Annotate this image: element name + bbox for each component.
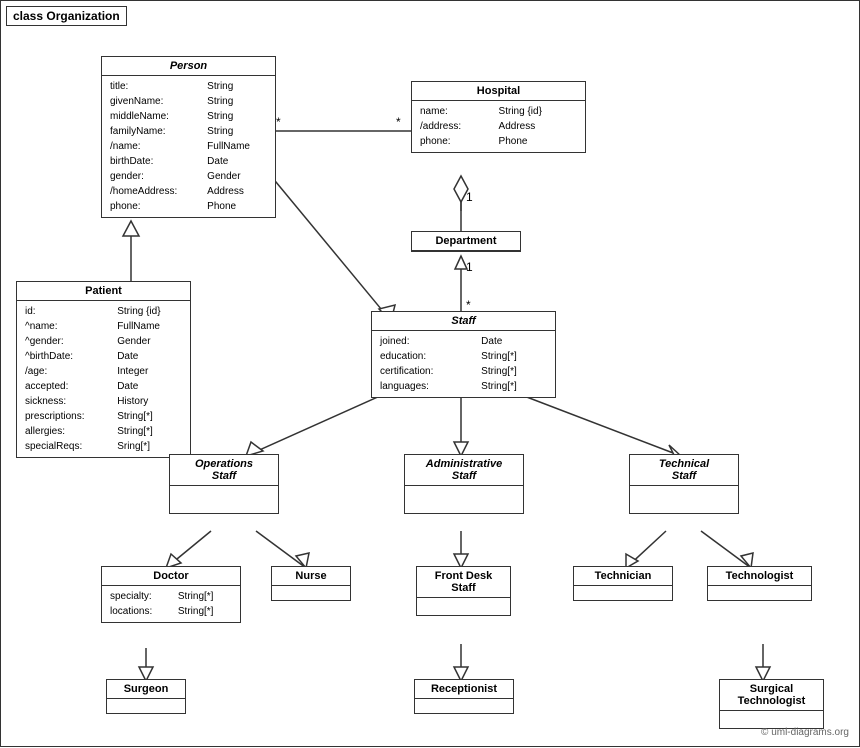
svg-text:1: 1 xyxy=(466,190,473,204)
svg-text:*: * xyxy=(396,115,401,129)
class-staff-header: Staff xyxy=(372,312,555,331)
class-patient: Patient id:String {id} ^name:FullName ^g… xyxy=(16,281,191,458)
class-technologist-header: Technologist xyxy=(708,567,811,586)
class-person: Person title:String givenName:String mid… xyxy=(101,56,276,218)
class-nurse: Nurse xyxy=(271,566,351,601)
class-operations-staff-header: OperationsStaff xyxy=(170,455,278,486)
class-administrative-staff: AdministrativeStaff xyxy=(404,454,524,514)
class-surgeon: Surgeon xyxy=(106,679,186,714)
class-receptionist-header: Receptionist xyxy=(415,680,513,699)
class-patient-header: Patient xyxy=(17,282,190,301)
svg-text:*: * xyxy=(466,298,471,312)
copyright: © uml-diagrams.org xyxy=(761,727,849,738)
class-surgeon-header: Surgeon xyxy=(107,680,185,699)
class-nurse-header: Nurse xyxy=(272,567,350,586)
class-doctor-body: specialty:String[*] locations:String[*] xyxy=(102,586,240,622)
class-technologist: Technologist xyxy=(707,566,812,601)
class-administrative-staff-header: AdministrativeStaff xyxy=(405,455,523,486)
class-surgical-technologist-header: SurgicalTechnologist xyxy=(720,680,823,711)
class-technician-header: Technician xyxy=(574,567,672,586)
class-staff: Staff joined:Date education:String[*] ce… xyxy=(371,311,556,398)
class-patient-body: id:String {id} ^name:FullName ^gender:Ge… xyxy=(17,301,190,457)
class-front-desk-staff-header: Front DeskStaff xyxy=(417,567,510,598)
class-hospital: Hospital name:String {id} /address:Addre… xyxy=(411,81,586,153)
class-doctor: Doctor specialty:String[*] locations:Str… xyxy=(101,566,241,623)
class-front-desk-staff: Front DeskStaff xyxy=(416,566,511,616)
class-department: Department xyxy=(411,231,521,252)
class-hospital-header: Hospital xyxy=(412,82,585,101)
class-person-body: title:String givenName:String middleName… xyxy=(102,76,275,217)
diagram-container: class Organization * * 1 * 1 * * * xyxy=(0,0,860,747)
class-hospital-body: name:String {id} /address:Address phone:… xyxy=(412,101,585,152)
class-surgical-technologist: SurgicalTechnologist xyxy=(719,679,824,729)
class-technical-staff-header: TechnicalStaff xyxy=(630,455,738,486)
class-technician: Technician xyxy=(573,566,673,601)
svg-text:*: * xyxy=(276,115,281,129)
class-department-header: Department xyxy=(412,232,520,251)
svg-text:1: 1 xyxy=(466,260,473,274)
diagram-title: class Organization xyxy=(6,6,127,26)
class-staff-body: joined:Date education:String[*] certific… xyxy=(372,331,555,397)
class-doctor-header: Doctor xyxy=(102,567,240,586)
class-person-header: Person xyxy=(102,57,275,76)
class-operations-staff: OperationsStaff xyxy=(169,454,279,514)
class-receptionist: Receptionist xyxy=(414,679,514,714)
class-technical-staff: TechnicalStaff xyxy=(629,454,739,514)
